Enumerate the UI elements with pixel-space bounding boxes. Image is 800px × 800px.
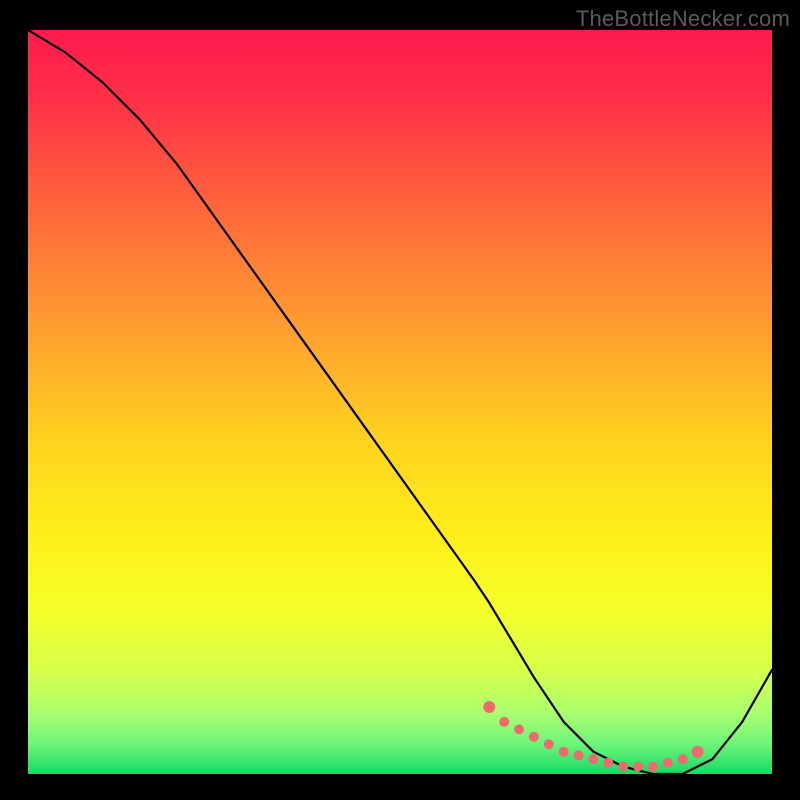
gradient-background [28,30,772,774]
optimal-dot [559,747,569,757]
optimal-dot [529,732,539,742]
watermark-text: TheBottleNecker.com [576,6,790,32]
optimal-dot [544,739,554,749]
chart-svg [28,30,772,774]
chart-container: TheBottleNecker.com [0,0,800,800]
optimal-dot [678,754,688,764]
optimal-dot [648,762,658,772]
optimal-dot [499,717,509,727]
plot-area [28,30,772,774]
optimal-dot [574,750,584,760]
optimal-dot [618,762,628,772]
optimal-dot [692,746,704,758]
optimal-dot [663,758,673,768]
optimal-dot [514,724,524,734]
optimal-dot [603,758,613,768]
optimal-dot [588,754,598,764]
optimal-dot [633,762,643,772]
optimal-dot [483,701,495,713]
